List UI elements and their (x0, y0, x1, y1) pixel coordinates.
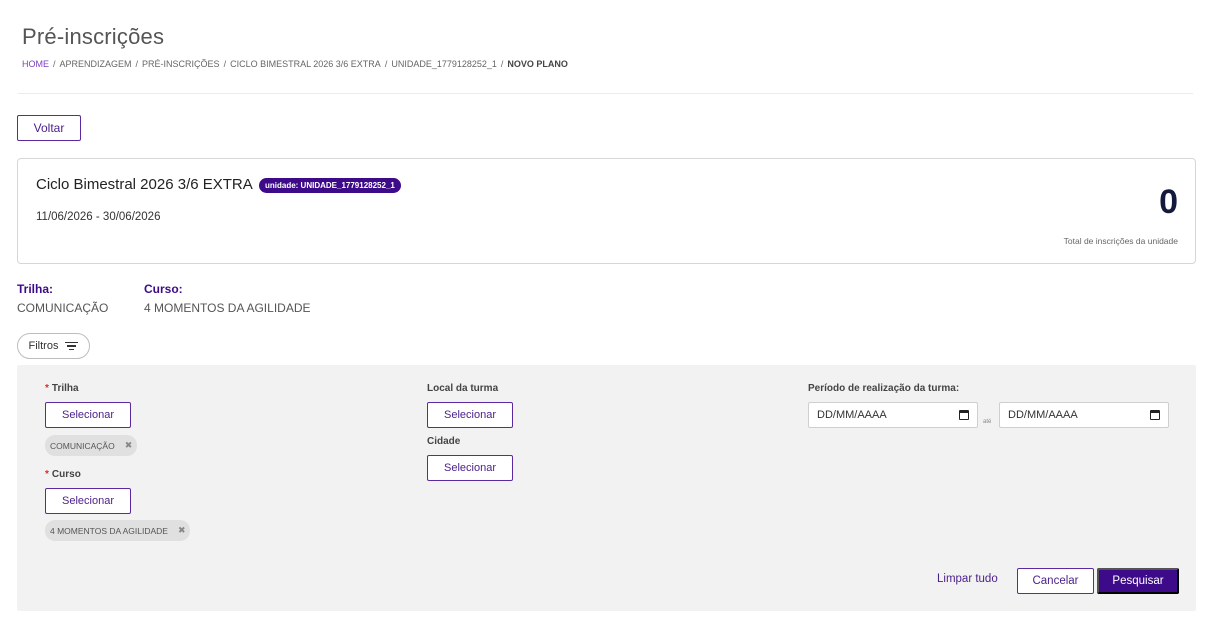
cycle-dates: 11/06/2026 - 30/06/2026 (36, 211, 161, 223)
remove-chip-icon[interactable]: ✖ (178, 525, 186, 536)
end-date-placeholder: DD/MM/AAAA (1008, 409, 1078, 421)
cancel-button[interactable]: Cancelar (1017, 568, 1094, 594)
filters-toggle-label: Filtros (28, 340, 59, 352)
cidade-select-button[interactable]: Selecionar (427, 455, 513, 481)
end-date-input[interactable]: DD/MM/AAAA (999, 402, 1169, 428)
header-divider (18, 93, 1193, 94)
start-date-input[interactable]: DD/MM/AAAA (808, 402, 978, 428)
total-count: 0 (1159, 183, 1178, 221)
cycle-card: Ciclo Bimestral 2026 3/6 EXTRA unidade: … (17, 158, 1196, 264)
trilha-select-button[interactable]: Selecionar (45, 402, 131, 428)
breadcrumb-unidade[interactable]: UNIDADE_1779128252_1 (391, 59, 497, 69)
breadcrumb-current: NOVO PLANO (507, 59, 568, 69)
periodo-field-label: Período de realização da turma: (808, 383, 960, 394)
info-curso-label: Curso: (144, 282, 183, 296)
unit-badge: unidade: UNIDADE_1779128252_1 (259, 178, 401, 193)
calendar-icon[interactable] (1150, 410, 1160, 420)
curso-select-button[interactable]: Selecionar (45, 488, 131, 514)
clear-all-link[interactable]: Limpar tudo (937, 573, 998, 585)
curso-chip-label: 4 MOMENTOS DA AGILIDADE (50, 525, 168, 536)
breadcrumb-home[interactable]: HOME (22, 59, 49, 69)
filter-lines-icon (65, 341, 79, 351)
local-field-label: Local da turma (427, 383, 499, 394)
required-marker: * (45, 469, 49, 480)
info-trilha-value: COMUNICAÇÃO (17, 301, 109, 315)
curso-field-label: * Curso (45, 469, 81, 480)
breadcrumb-pre-inscricoes[interactable]: PRÉ-INSCRIÇÕES (142, 59, 220, 69)
breadcrumb-separator: / (500, 59, 504, 69)
breadcrumb-separator: / (223, 59, 227, 69)
local-select-button[interactable]: Selecionar (427, 402, 513, 428)
curso-chip: 4 MOMENTOS DA AGILIDADE ✖ (45, 520, 191, 541)
breadcrumb-separator: / (135, 59, 139, 69)
calendar-icon[interactable] (959, 410, 969, 420)
date-separator: até (983, 419, 992, 425)
back-button[interactable]: Voltar (17, 115, 81, 141)
trilha-chip: COMUNICAÇÃO ✖ (45, 435, 138, 456)
remove-chip-icon[interactable]: ✖ (125, 440, 133, 451)
start-date-placeholder: DD/MM/AAAA (817, 409, 887, 421)
total-label: Total de inscrições da unidade (1063, 236, 1178, 246)
cycle-title: Ciclo Bimestral 2026 3/6 EXTRA (36, 176, 253, 193)
filter-panel: * Trilha Selecionar COMUNICAÇÃO ✖ * Curso … (17, 365, 1196, 611)
breadcrumb-separator: / (384, 59, 388, 69)
page-title: Pré-inscrições (22, 24, 165, 49)
search-button[interactable]: Pesquisar (1097, 568, 1179, 594)
filters-toggle-button[interactable]: Filtros (17, 333, 90, 359)
required-marker: * (45, 383, 49, 394)
cidade-field-label: Cidade (427, 436, 461, 447)
info-curso: Curso: 4 MOMENTOS DA AGILIDADE (144, 282, 311, 315)
info-trilha-label: Trilha: (17, 282, 54, 296)
info-curso-value: 4 MOMENTOS DA AGILIDADE (144, 301, 311, 315)
breadcrumb-separator: / (53, 59, 56, 69)
trilha-field-label: * Trilha (45, 383, 79, 394)
breadcrumb: HOME / APRENDIZAGEM / PRÉ-INSCRIÇÕES / C… (22, 59, 568, 69)
breadcrumb-ciclo[interactable]: CICLO BIMESTRAL 2026 3/6 EXTRA (230, 59, 381, 69)
info-trilha: Trilha: COMUNICAÇÃO (17, 282, 108, 315)
breadcrumb-aprendizagem[interactable]: APRENDIZAGEM (60, 59, 132, 69)
trilha-chip-label: COMUNICAÇÃO (50, 440, 115, 451)
